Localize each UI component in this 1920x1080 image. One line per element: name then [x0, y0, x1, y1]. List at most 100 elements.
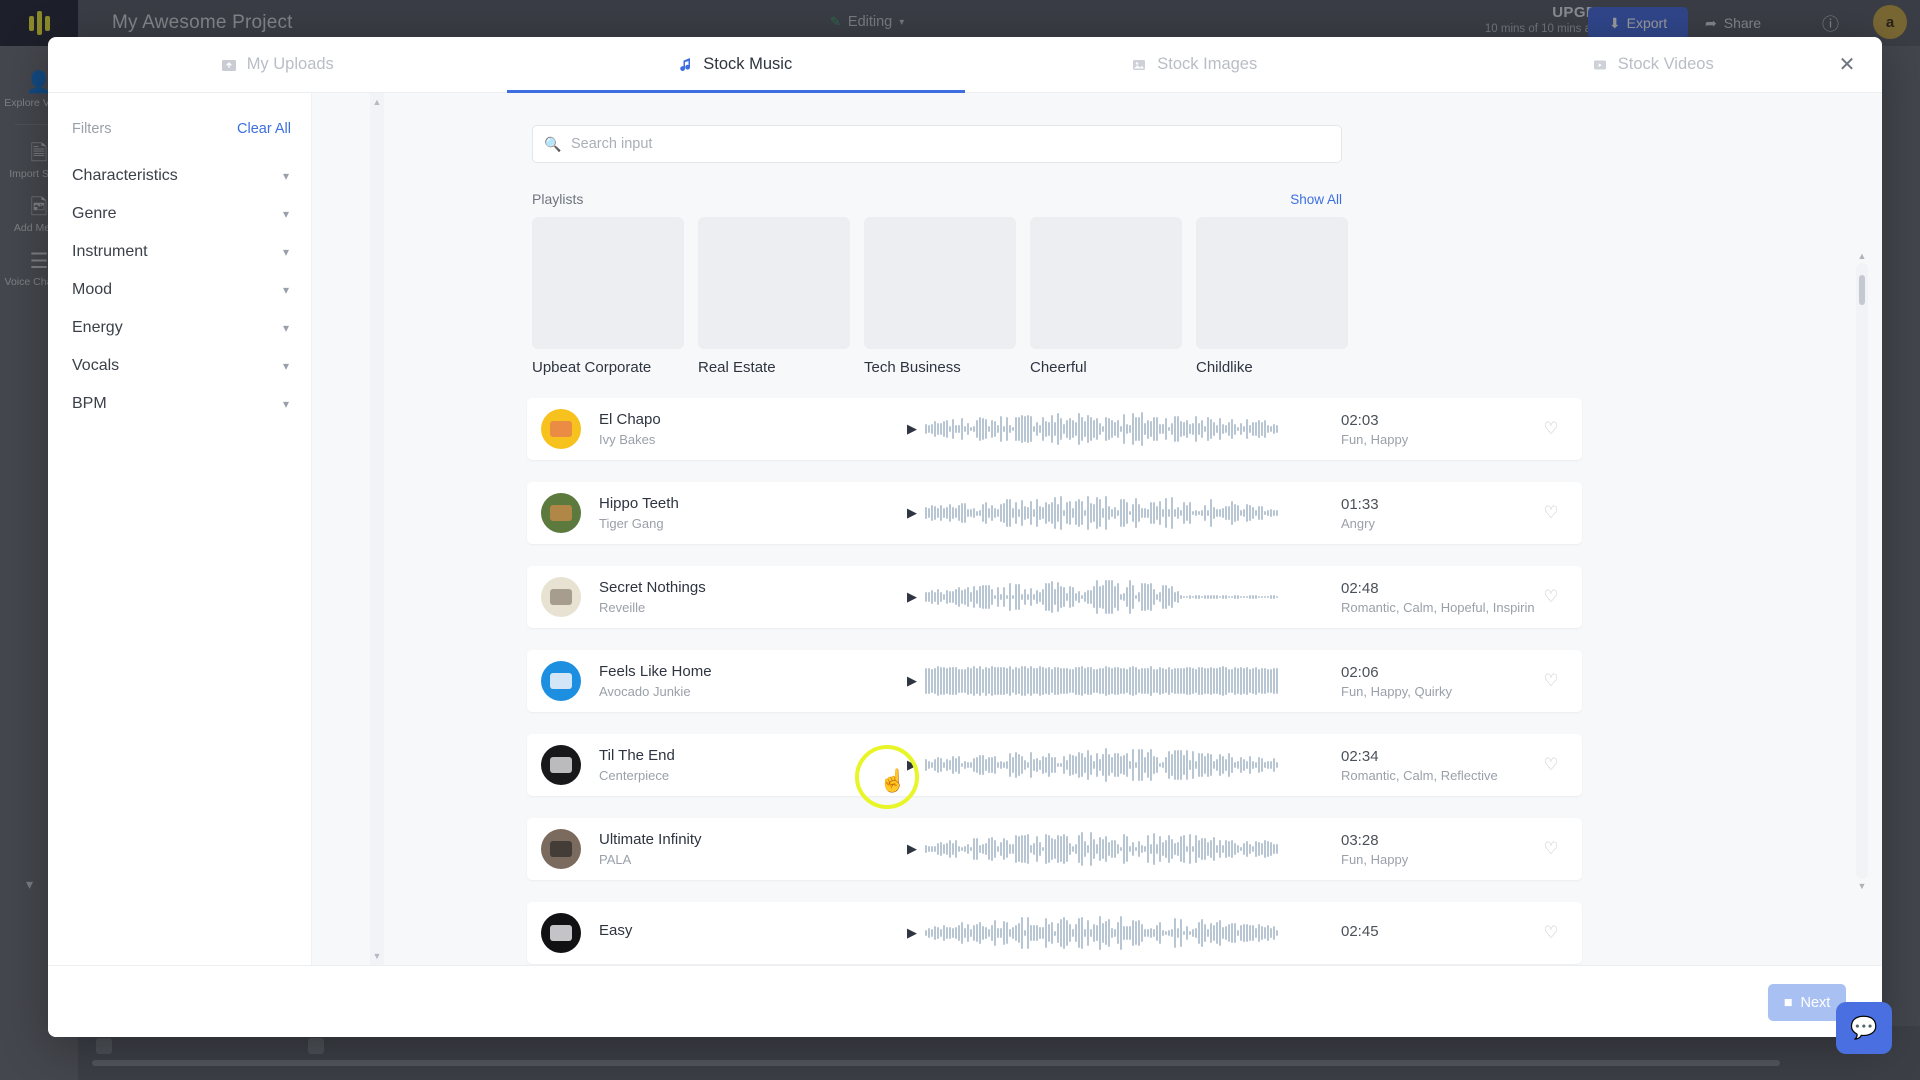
waveform[interactable] — [925, 914, 1319, 952]
play-icon[interactable]: ▶ — [899, 421, 925, 437]
track-tags: Romantic, Calm, Reflective — [1341, 767, 1498, 783]
waveform[interactable] — [925, 746, 1319, 784]
track-info: 03:28 Fun, Happy — [1319, 832, 1534, 867]
close-icon[interactable]: ✕ — [1830, 48, 1864, 82]
track-title: Til The End — [599, 746, 675, 764]
stock-media-modal: My Uploads Stock Music Stock Images Stoc… — [48, 37, 1882, 1037]
filter-label: BPM — [72, 395, 107, 412]
filter-instrument[interactable]: Instrument ▾ — [72, 233, 291, 271]
track-row[interactable]: Hippo Teeth Tiger Gang ▶ 01:33 Angry ♡ — [527, 482, 1582, 544]
image-icon — [1131, 57, 1147, 73]
heart-icon[interactable]: ♡ — [1534, 587, 1568, 607]
chat-icon[interactable]: 💬 — [1836, 1002, 1892, 1054]
scroll-up-icon[interactable]: ▲ — [1857, 251, 1867, 261]
heart-icon[interactable]: ♡ — [1534, 923, 1568, 943]
filter-mood[interactable]: Mood ▾ — [72, 271, 291, 309]
waveform[interactable] — [925, 410, 1319, 448]
play-icon[interactable]: ▶ — [899, 505, 925, 521]
playlist-card[interactable]: Childlike — [1196, 217, 1348, 376]
filter-label: Energy — [72, 319, 123, 336]
heart-icon[interactable]: ♡ — [1534, 755, 1568, 775]
heart-icon[interactable]: ♡ — [1534, 419, 1568, 439]
playlist-card[interactable]: Upbeat Corporate — [532, 217, 684, 376]
playlists-label: Playlists — [532, 191, 584, 207]
mouse-cursor: ☝ — [879, 768, 907, 793]
play-icon[interactable]: ▶ — [899, 925, 925, 941]
track-duration: 02:48 — [1341, 579, 1379, 597]
waveform[interactable] — [925, 662, 1319, 700]
track-cover — [541, 745, 581, 785]
filter-bpm[interactable]: BPM ▾ — [72, 385, 291, 423]
content-scrollbar[interactable]: ▲ ▼ — [1856, 251, 1868, 891]
chevron-down-icon: ▾ — [282, 283, 289, 297]
playlist-name: Upbeat Corporate — [532, 359, 652, 376]
playlist-thumbnail — [1030, 217, 1182, 349]
scrollbar-thumb[interactable] — [1859, 275, 1865, 305]
music-note-icon — [679, 57, 693, 73]
playlist-thumbnail — [532, 217, 684, 349]
track-artist: PALA — [599, 852, 632, 868]
filter-vocals[interactable]: Vocals ▾ — [72, 347, 291, 385]
playlist-card[interactable]: Real Estate — [698, 217, 850, 376]
track-title: Feels Like Home — [599, 662, 712, 680]
track-meta: Til The End Centerpiece — [599, 747, 899, 784]
tab-stock-images[interactable]: Stock Images — [965, 37, 1424, 92]
album-art-icon — [550, 505, 572, 521]
filter-energy[interactable]: Energy ▾ — [72, 309, 291, 347]
track-meta: Easy — [599, 922, 899, 944]
track-cover — [541, 661, 581, 701]
track-duration: 03:28 — [1341, 831, 1379, 849]
track-duration: 01:33 — [1341, 495, 1379, 513]
modal-tab-bar: My Uploads Stock Music Stock Images Stoc… — [48, 37, 1882, 93]
waveform[interactable] — [925, 494, 1319, 532]
track-title: Secret Nothings — [599, 578, 706, 596]
tab-label: Stock Music — [703, 55, 793, 73]
track-title: Ultimate Infinity — [599, 830, 702, 848]
playlist-card[interactable]: Tech Business — [864, 217, 1016, 376]
waveform[interactable] — [925, 578, 1319, 616]
heart-icon[interactable]: ♡ — [1534, 839, 1568, 859]
search-icon: 🔍 — [544, 136, 562, 152]
scroll-down-icon[interactable]: ▼ — [370, 951, 384, 961]
search-input[interactable] — [532, 125, 1342, 163]
waveform[interactable] — [925, 830, 1319, 868]
scroll-down-icon[interactable]: ▼ — [1857, 881, 1867, 891]
tab-stock-music[interactable]: Stock Music — [506, 37, 966, 93]
play-icon[interactable]: ▶ — [899, 673, 925, 689]
track-row[interactable]: Til The End Centerpiece ▶ 02:34 Romantic, Ca… — [527, 734, 1582, 796]
playlist-thumbnail — [864, 217, 1016, 349]
show-all-button[interactable]: Show All — [1290, 192, 1342, 207]
track-row[interactable]: Feels Like Home Avocado Junkie ▶ 02:06 Fun, … — [527, 650, 1582, 712]
playlist-name: Childlike — [1196, 359, 1253, 376]
filter-genre[interactable]: Genre ▾ — [72, 195, 291, 233]
play-icon[interactable]: ▶ — [899, 841, 925, 857]
track-info: 02:45 — [1319, 923, 1534, 943]
tab-label: My Uploads — [246, 55, 334, 73]
filter-label: Instrument — [72, 243, 148, 260]
album-art-icon — [550, 421, 572, 437]
heart-icon[interactable]: ♡ — [1534, 671, 1568, 691]
tab-stock-videos[interactable]: Stock Videos — [1424, 37, 1883, 92]
tab-my-uploads[interactable]: My Uploads — [48, 37, 507, 92]
next-button[interactable]: ■ Next — [1768, 984, 1846, 1021]
track-duration: 02:06 — [1341, 663, 1379, 681]
playlists-header: Playlists Show All — [532, 191, 1342, 207]
heart-icon[interactable]: ♡ — [1534, 503, 1568, 523]
filter-characteristics[interactable]: Characteristics ▾ — [72, 157, 291, 195]
playlist-card[interactable]: Cheerful — [1030, 217, 1182, 376]
track-meta: Hippo Teeth Tiger Gang — [599, 495, 899, 532]
track-row[interactable]: El Chapo Ivy Bakes ▶ 02:03 Fun, Happy ♡ — [527, 398, 1582, 460]
content-pane: 🔍 Playlists Show All Upbeat Corporate Re… — [312, 93, 1882, 965]
clear-all-button[interactable]: Clear All — [237, 121, 291, 137]
play-icon[interactable]: ▶ — [899, 589, 925, 605]
track-row[interactable]: Secret Nothings Reveille ▶ 02:48 Romantic, C… — [527, 566, 1582, 628]
media-icon: ■ — [1783, 994, 1793, 1011]
track-row[interactable]: Ultimate Infinity PALA ▶ 03:28 Fun, Happy ♡ — [527, 818, 1582, 880]
track-cover — [541, 829, 581, 869]
scroll-up-icon[interactable]: ▲ — [370, 97, 384, 107]
playlist-name: Tech Business — [864, 359, 961, 376]
track-row[interactable]: Easy ▶ 02:45 ♡ — [527, 902, 1582, 964]
playlist-thumbnail — [1196, 217, 1348, 349]
track-info: 02:34 Romantic, Calm, Reflective — [1319, 748, 1534, 783]
panel-scrollbar[interactable]: ▲ ▼ — [370, 93, 384, 965]
